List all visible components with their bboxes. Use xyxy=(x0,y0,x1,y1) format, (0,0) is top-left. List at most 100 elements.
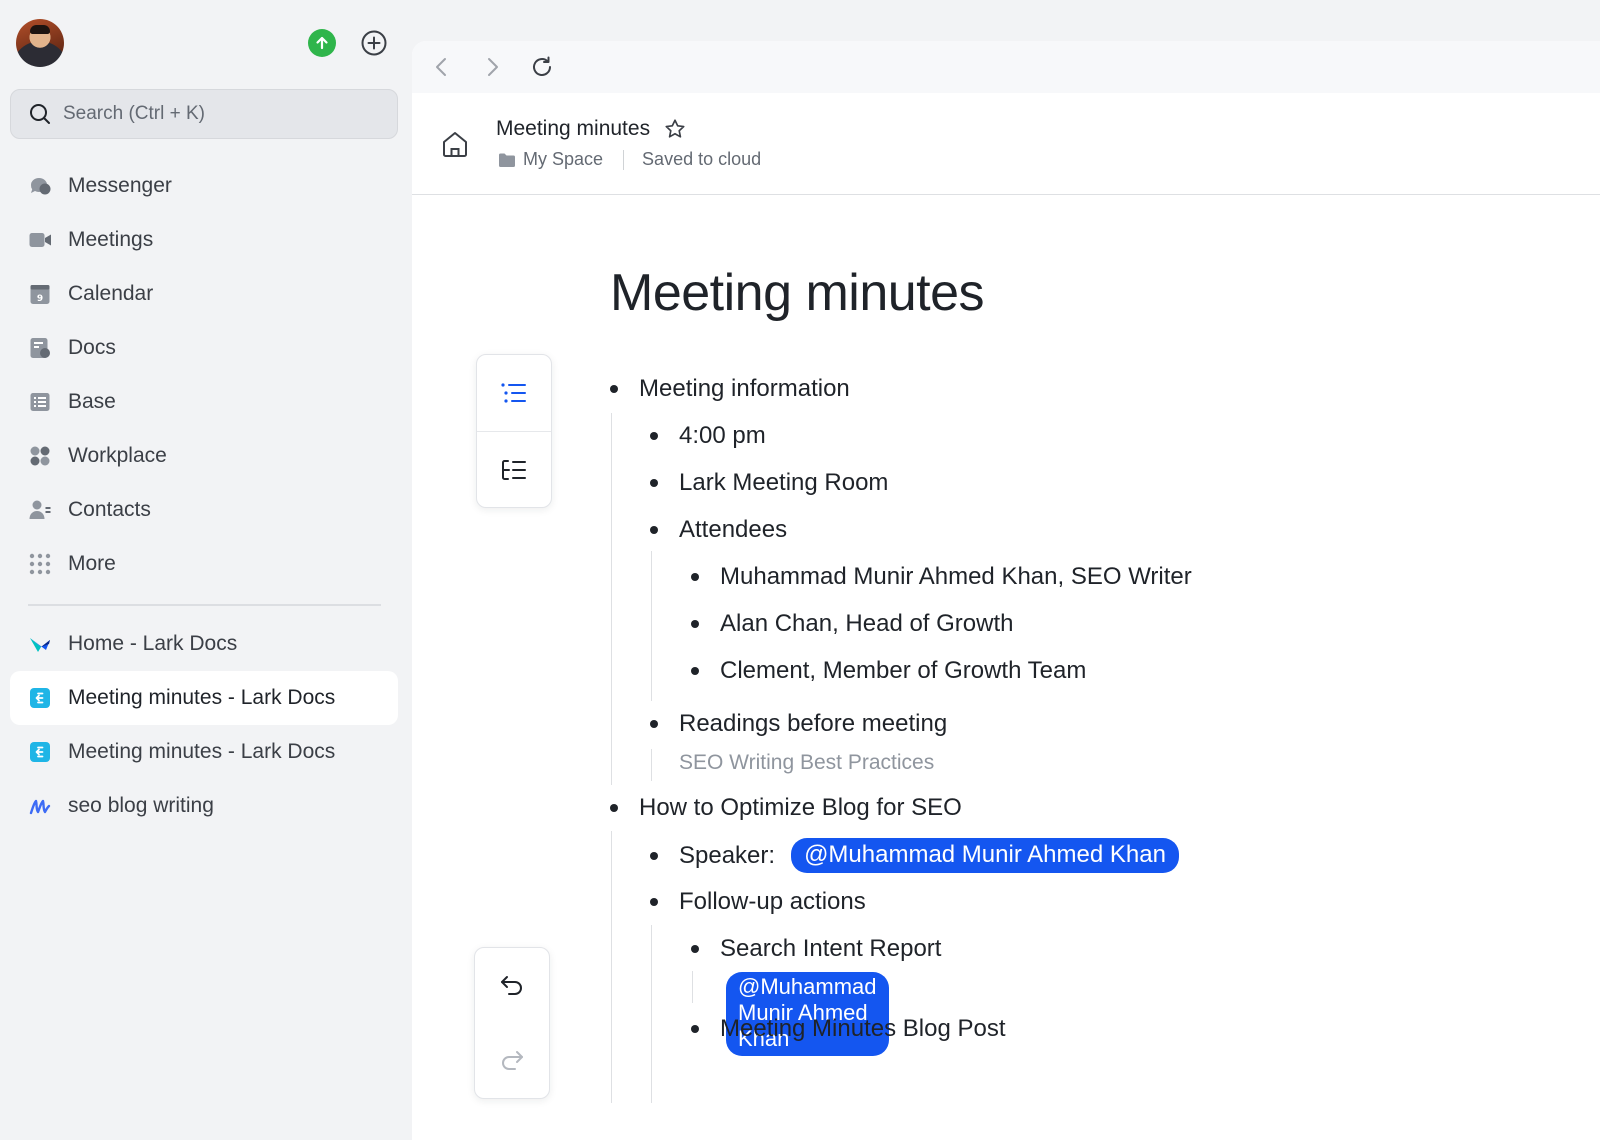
action-assignee: @Muhammad Munir Ahmed Khan xyxy=(726,972,889,1056)
lark-logo-icon xyxy=(28,632,52,656)
bullet-list-icon xyxy=(501,383,526,403)
video-camera-icon xyxy=(28,228,52,252)
recent-label: Meeting minutes - Lark Docs xyxy=(68,740,336,763)
arrow-up-icon xyxy=(316,36,328,50)
nav-label: Meetings xyxy=(68,228,154,251)
search-icon xyxy=(30,104,50,124)
refresh-icon xyxy=(533,56,551,76)
redo-icon xyxy=(502,1050,523,1070)
recent-label: seo blog writing xyxy=(68,794,214,817)
recent-label: Home - Lark Docs xyxy=(68,632,238,655)
doc-file-icon xyxy=(28,686,52,710)
nav-item-meetings[interactable]: Meetings xyxy=(10,213,398,267)
nav-label: Contacts xyxy=(68,498,151,521)
messenger-icon xyxy=(28,174,52,198)
bullet-speaker[interactable]: Speaker: @Muhammad Munir Ahmed Khan xyxy=(650,838,1179,873)
doc-file-icon xyxy=(28,740,52,764)
contacts-icon xyxy=(28,498,52,522)
create-button[interactable] xyxy=(360,29,388,57)
recent-item-meeting-minutes-active[interactable]: Meeting minutes - Lark Docs xyxy=(10,671,398,725)
assignee-mention[interactable]: @Muhammad Munir Ahmed Khan xyxy=(726,972,889,1056)
user-avatar[interactable] xyxy=(16,19,64,67)
chevron-right-icon xyxy=(488,58,498,76)
outline-view-button[interactable] xyxy=(477,355,551,431)
search-placeholder: Search (Ctrl + K) xyxy=(63,103,206,124)
bullet-followup[interactable]: Follow-up actions xyxy=(650,888,866,916)
save-status: Saved to cloud xyxy=(642,149,762,169)
bullet-action-search-intent[interactable]: Search Intent Report xyxy=(690,935,941,963)
outline-tools-panel xyxy=(476,354,552,508)
document-title[interactable]: Meeting minutes xyxy=(610,263,985,323)
bullet-attendee[interactable]: Clement, Member of Growth Team xyxy=(690,657,1086,685)
nav-item-calendar[interactable]: 9 Calendar xyxy=(10,267,398,321)
undo-icon xyxy=(501,975,522,995)
bullet-attendee[interactable]: Alan Chan, Head of Growth xyxy=(691,610,1014,638)
indent-guide xyxy=(651,749,652,781)
redo-button[interactable] xyxy=(475,1023,549,1098)
browser-toolbar xyxy=(412,41,1600,93)
nav-label: Workplace xyxy=(68,444,167,467)
search-box[interactable]: Search (Ctrl + K) xyxy=(10,89,398,139)
indent-guide xyxy=(611,413,612,785)
star-icon[interactable] xyxy=(664,118,686,140)
nav-item-more[interactable]: More xyxy=(10,537,398,591)
meta-separator xyxy=(623,149,625,170)
bullet-meeting-information[interactable]: Meeting information xyxy=(610,375,850,403)
undo-button[interactable] xyxy=(475,948,549,1023)
nav-label: Base xyxy=(68,390,116,413)
handwriting-doc-icon xyxy=(28,794,52,818)
recent-docs: Home - Lark Docs Meeting minutes - Lark … xyxy=(10,617,398,833)
sidebar: Search (Ctrl + K) Messenger Meetings 9 C… xyxy=(0,0,412,1140)
doc-location[interactable]: My Space xyxy=(523,149,603,170)
bullet-attendees[interactable]: Attendees xyxy=(649,516,787,544)
readings-note[interactable]: SEO Writing Best Practices xyxy=(679,751,934,775)
bullet-topic[interactable]: How to Optimize Blog for SEO xyxy=(610,794,962,822)
recent-item-seo-blog[interactable]: seo blog writing xyxy=(10,779,398,833)
back-button[interactable] xyxy=(428,53,456,81)
recent-item-home[interactable]: Home - Lark Docs xyxy=(10,617,398,671)
nav-item-messenger[interactable]: Messenger xyxy=(10,159,398,213)
doc-header-title[interactable]: Meeting minutes xyxy=(496,117,686,141)
nav-item-base[interactable]: Base xyxy=(10,375,398,429)
refresh-button[interactable] xyxy=(528,53,556,81)
plus-circle-icon xyxy=(361,30,387,56)
history-panel xyxy=(474,947,550,1099)
calendar-icon: 9 xyxy=(28,282,52,306)
indent-guide xyxy=(611,831,612,1103)
docs-icon xyxy=(28,336,52,360)
bullet-action-blog-post[interactable]: Meeting Minutes Blog Post xyxy=(690,1015,1005,1043)
speaker-mention[interactable]: @Muhammad Munir Ahmed Khan xyxy=(791,838,1179,873)
recent-item-meeting-minutes[interactable]: Meeting minutes - Lark Docs xyxy=(10,725,398,779)
toggle-outline-button[interactable] xyxy=(477,431,551,507)
upload-button[interactable] xyxy=(308,29,336,57)
base-table-icon xyxy=(28,390,52,414)
folder-icon xyxy=(498,152,516,168)
bullet-time[interactable]: 4:00 pm xyxy=(650,422,766,450)
nav-item-workplace[interactable]: Workplace xyxy=(10,429,398,483)
more-dots-icon xyxy=(28,552,52,576)
doc-header: Meeting minutes My Space Saved to cloud xyxy=(412,93,1600,195)
recent-label: Meeting minutes - Lark Docs xyxy=(68,686,336,709)
chevron-left-icon xyxy=(436,58,446,76)
nav-label: Messenger xyxy=(68,174,172,197)
home-icon xyxy=(443,132,467,157)
nav-label: Calendar xyxy=(68,282,154,305)
bullet-readings[interactable]: Readings before meeting xyxy=(649,710,947,738)
svg-text:9: 9 xyxy=(37,294,43,304)
sidebar-divider xyxy=(28,604,381,606)
forward-button[interactable] xyxy=(478,53,506,81)
main-nav: Messenger Meetings 9 Calendar Docs Base xyxy=(10,159,398,591)
indent-guide xyxy=(692,971,693,1003)
outline-collapse-icon xyxy=(502,459,526,480)
nav-item-docs[interactable]: Docs xyxy=(10,321,398,375)
indent-guide xyxy=(651,551,652,701)
nav-label: More xyxy=(68,552,116,575)
home-button[interactable] xyxy=(440,129,472,161)
main-panel: Meeting minutes My Space Saved to cloud xyxy=(412,41,1600,1140)
bullet-attendee[interactable]: Muhammad Munir Ahmed Khan, SEO Writer xyxy=(691,563,1192,591)
indent-guide xyxy=(651,925,652,1103)
nav-label: Docs xyxy=(68,336,116,359)
bullet-room[interactable]: Lark Meeting Room xyxy=(649,469,888,497)
workplace-grid-icon xyxy=(28,444,52,468)
nav-item-contacts[interactable]: Contacts xyxy=(10,483,398,537)
